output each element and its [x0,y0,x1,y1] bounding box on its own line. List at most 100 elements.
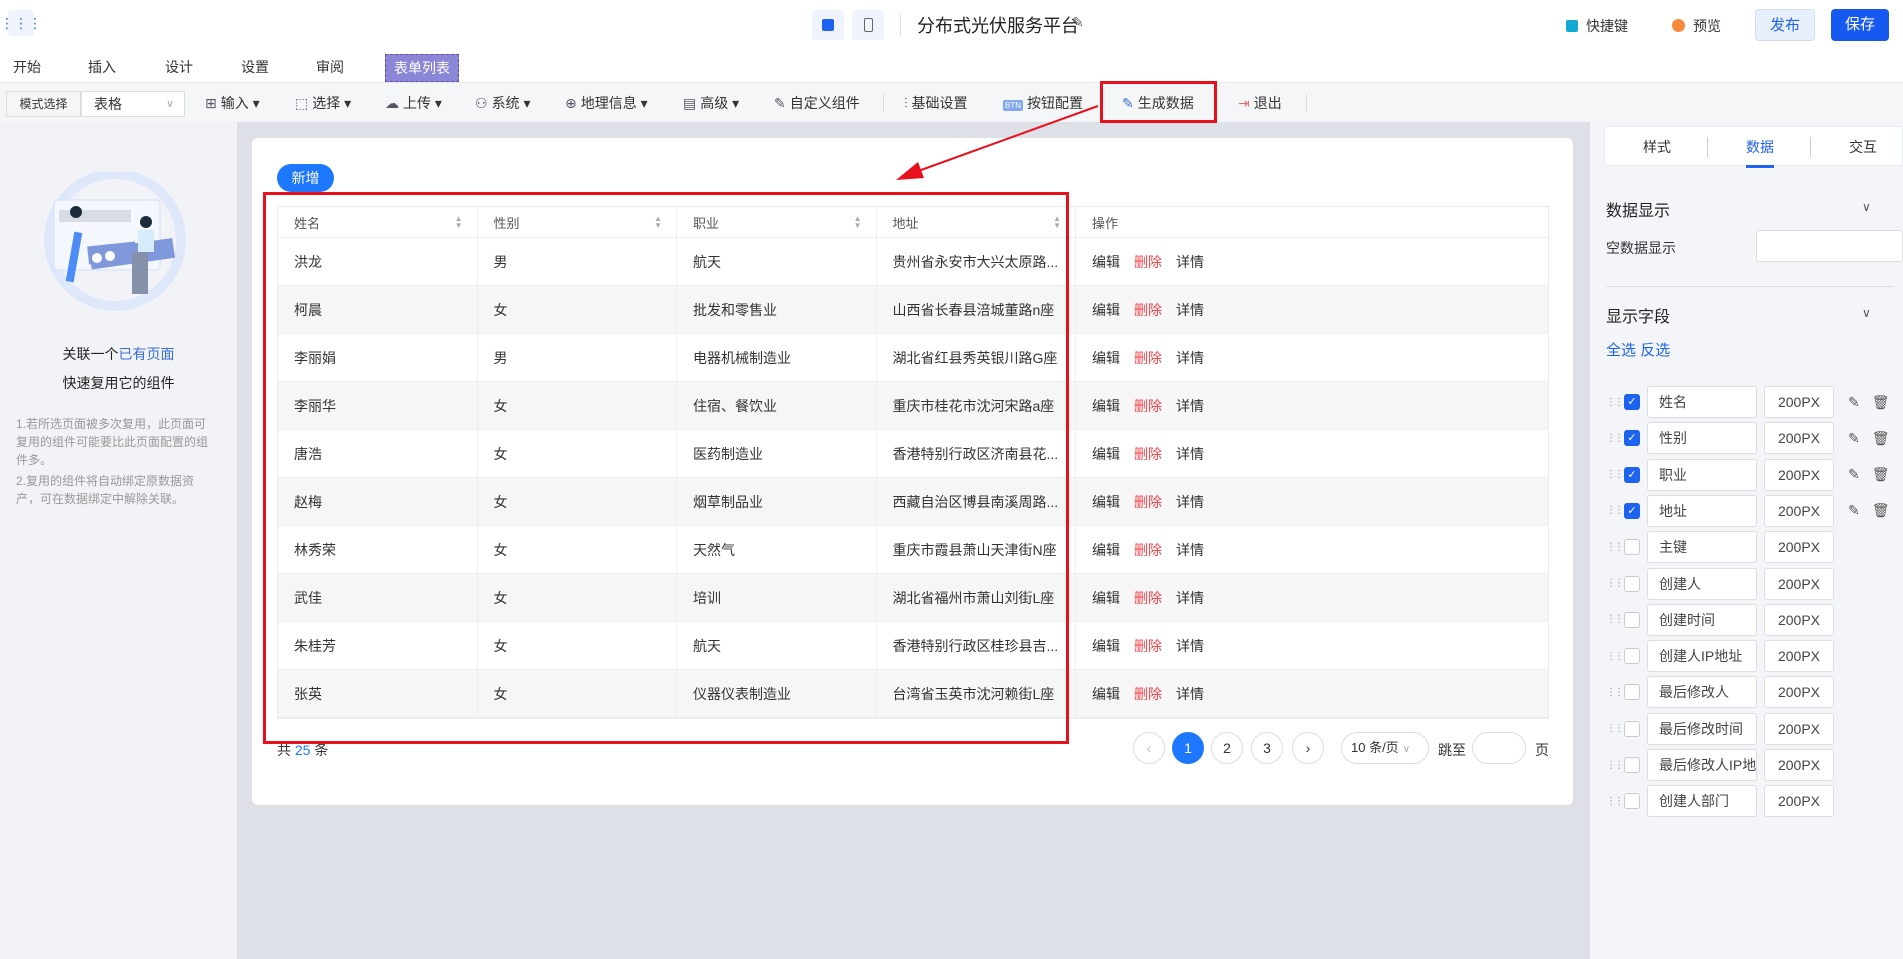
mode-select-dropdown[interactable]: 表格 ∨ [81,91,185,117]
field-width-input[interactable]: 200PX [1764,494,1834,527]
page-size-select[interactable]: 10 条/页 ∨ [1341,732,1429,764]
publish-button[interactable]: 发布 [1755,9,1816,41]
toolbar-system[interactable]: ⚇ 系统 ▾ [475,91,530,115]
toolbar-upload[interactable]: ☁ 上传 ▾ [385,91,442,115]
drag-handle-icon[interactable]: ⋮⋮ [1606,651,1624,662]
page-3[interactable]: 3 [1251,732,1283,764]
field-checkbox[interactable] [1624,793,1640,810]
field-width-input[interactable]: 200PX [1764,676,1834,709]
edit-title-icon[interactable]: ✎ [1072,14,1084,31]
toolbar-basic-settings[interactable]: ⫶ 基础设置 [904,91,968,115]
page-1[interactable]: 1 [1172,732,1204,764]
toolbar-custom-component[interactable]: ✎ 自定义组件 [774,91,860,115]
field-name-input[interactable]: 地址 [1647,494,1757,527]
trash-icon[interactable]: 🗑 [1872,430,1890,447]
edit-link[interactable]: 编辑 [1092,588,1120,608]
page-2[interactable]: 2 [1211,732,1243,764]
chevron-down-icon[interactable]: ∨ [1862,306,1871,320]
tab-data[interactable]: 数据 [1746,137,1774,157]
toolbar-geo[interactable]: ⊕ 地理信息 ▾ [565,91,648,115]
edit-link[interactable]: 编辑 [1092,300,1120,320]
trash-icon[interactable]: 🗑 [1872,394,1890,411]
field-name-input[interactable]: 职业 [1647,458,1757,491]
field-checkbox[interactable]: ✓ [1624,394,1640,410]
field-name-input[interactable]: 创建人 [1647,567,1757,600]
section-data-display[interactable]: 数据显示 [1606,197,1670,221]
toolbar-advanced[interactable]: ▤ 高级 ▾ [683,91,739,115]
edit-link[interactable]: 编辑 [1092,492,1120,512]
drag-handle-icon[interactable]: ⋮⋮ [1606,397,1624,408]
shortcut-button[interactable]: 快捷键 [1566,16,1628,36]
field-checkbox[interactable]: ✓ [1624,502,1640,519]
empty-data-input[interactable] [1756,230,1903,262]
toolbar-select[interactable]: ⬚ 选择 ▾ [295,91,351,115]
field-checkbox[interactable] [1624,575,1640,592]
drag-handle-icon[interactable]: ⋮⋮ [1606,614,1624,625]
detail-link[interactable]: 详情 [1176,396,1204,416]
field-name-input[interactable]: 姓名 [1647,386,1757,418]
field-width-input[interactable]: 200PX [1764,422,1834,455]
toolbar-input[interactable]: ⊞ 输入 ▾ [205,91,260,115]
field-width-input[interactable]: 200PX [1764,640,1834,673]
drag-handle-icon[interactable]: ⋮⋮ [1606,723,1624,734]
field-checkbox[interactable] [1624,648,1640,665]
detail-link[interactable]: 详情 [1176,444,1204,464]
chevron-down-icon[interactable]: ∨ [1862,200,1871,214]
apps-grid-icon[interactable]: ⋮⋮⋮ [0,10,42,36]
field-name-input[interactable]: 创建时间 [1647,603,1757,636]
field-width-input[interactable]: 200PX [1764,458,1834,491]
field-checkbox[interactable] [1624,757,1640,773]
edit-icon[interactable]: ✎ [1848,466,1860,483]
field-name-input[interactable]: 最后修改人IP地址 [1647,749,1757,781]
next-page-button[interactable]: › [1292,732,1324,764]
field-checkbox[interactable] [1624,684,1640,701]
field-name-input[interactable]: 最后修改时间 [1647,712,1757,745]
invert-selection-link[interactable]: 反选 [1640,342,1670,359]
jump-page-input[interactable] [1472,732,1526,764]
field-width-input[interactable]: 200PX [1764,531,1834,564]
field-width-input[interactable]: 200PX [1764,603,1834,636]
field-checkbox[interactable] [1624,720,1640,737]
tab-design[interactable]: 设计 [157,54,201,82]
select-all-link[interactable]: 全选 [1606,342,1636,359]
save-button[interactable]: 保存 [1831,9,1890,41]
drag-handle-icon[interactable]: ⋮⋮ [1606,542,1624,553]
add-button[interactable]: 新增 [277,164,334,192]
field-width-input[interactable]: 200PX [1764,749,1834,781]
field-name-input[interactable]: 最后修改人 [1647,676,1757,709]
detail-link[interactable]: 详情 [1176,636,1204,656]
field-name-input[interactable]: 创建人IP地址 [1647,640,1757,673]
existing-page-link[interactable]: 已有页面 [119,346,175,362]
field-name-input[interactable]: 性别 [1647,422,1757,455]
delete-link[interactable]: 删除 [1134,684,1162,704]
detail-link[interactable]: 详情 [1176,348,1204,368]
detail-link[interactable]: 详情 [1176,252,1204,272]
field-width-input[interactable]: 200PX [1764,386,1834,418]
drag-handle-icon[interactable]: ⋮⋮ [1606,578,1624,589]
trash-icon[interactable]: 🗑 [1872,466,1890,483]
detail-link[interactable]: 详情 [1176,684,1204,704]
edit-link[interactable]: 编辑 [1092,396,1120,416]
drag-handle-icon[interactable]: ⋮⋮ [1606,796,1624,807]
tab-interaction[interactable]: 交互 [1849,137,1877,157]
edit-icon[interactable]: ✎ [1848,502,1860,519]
field-checkbox[interactable]: ✓ [1624,430,1640,447]
detail-link[interactable]: 详情 [1176,300,1204,320]
tab-style[interactable]: 样式 [1643,137,1671,157]
toolbar-exit[interactable]: ⇥ 退出 [1238,91,1282,115]
edit-link[interactable]: 编辑 [1092,684,1120,704]
drag-handle-icon[interactable]: ⋮⋮ [1606,469,1624,480]
tab-settings[interactable]: 设置 [233,54,277,82]
field-width-input[interactable]: 200PX [1764,567,1834,600]
prev-page-button[interactable]: ‹ [1133,732,1165,764]
field-checkbox[interactable] [1624,611,1640,628]
preview-button[interactable]: 预览 [1672,16,1721,36]
edit-link[interactable]: 编辑 [1092,540,1120,560]
tab-review[interactable]: 审阅 [308,54,352,82]
section-display-fields[interactable]: 显示字段 [1606,303,1670,327]
field-checkbox[interactable] [1624,539,1640,556]
detail-link[interactable]: 详情 [1176,588,1204,608]
delete-link[interactable]: 删除 [1134,252,1162,272]
delete-link[interactable]: 删除 [1134,348,1162,368]
delete-link[interactable]: 删除 [1134,396,1162,416]
